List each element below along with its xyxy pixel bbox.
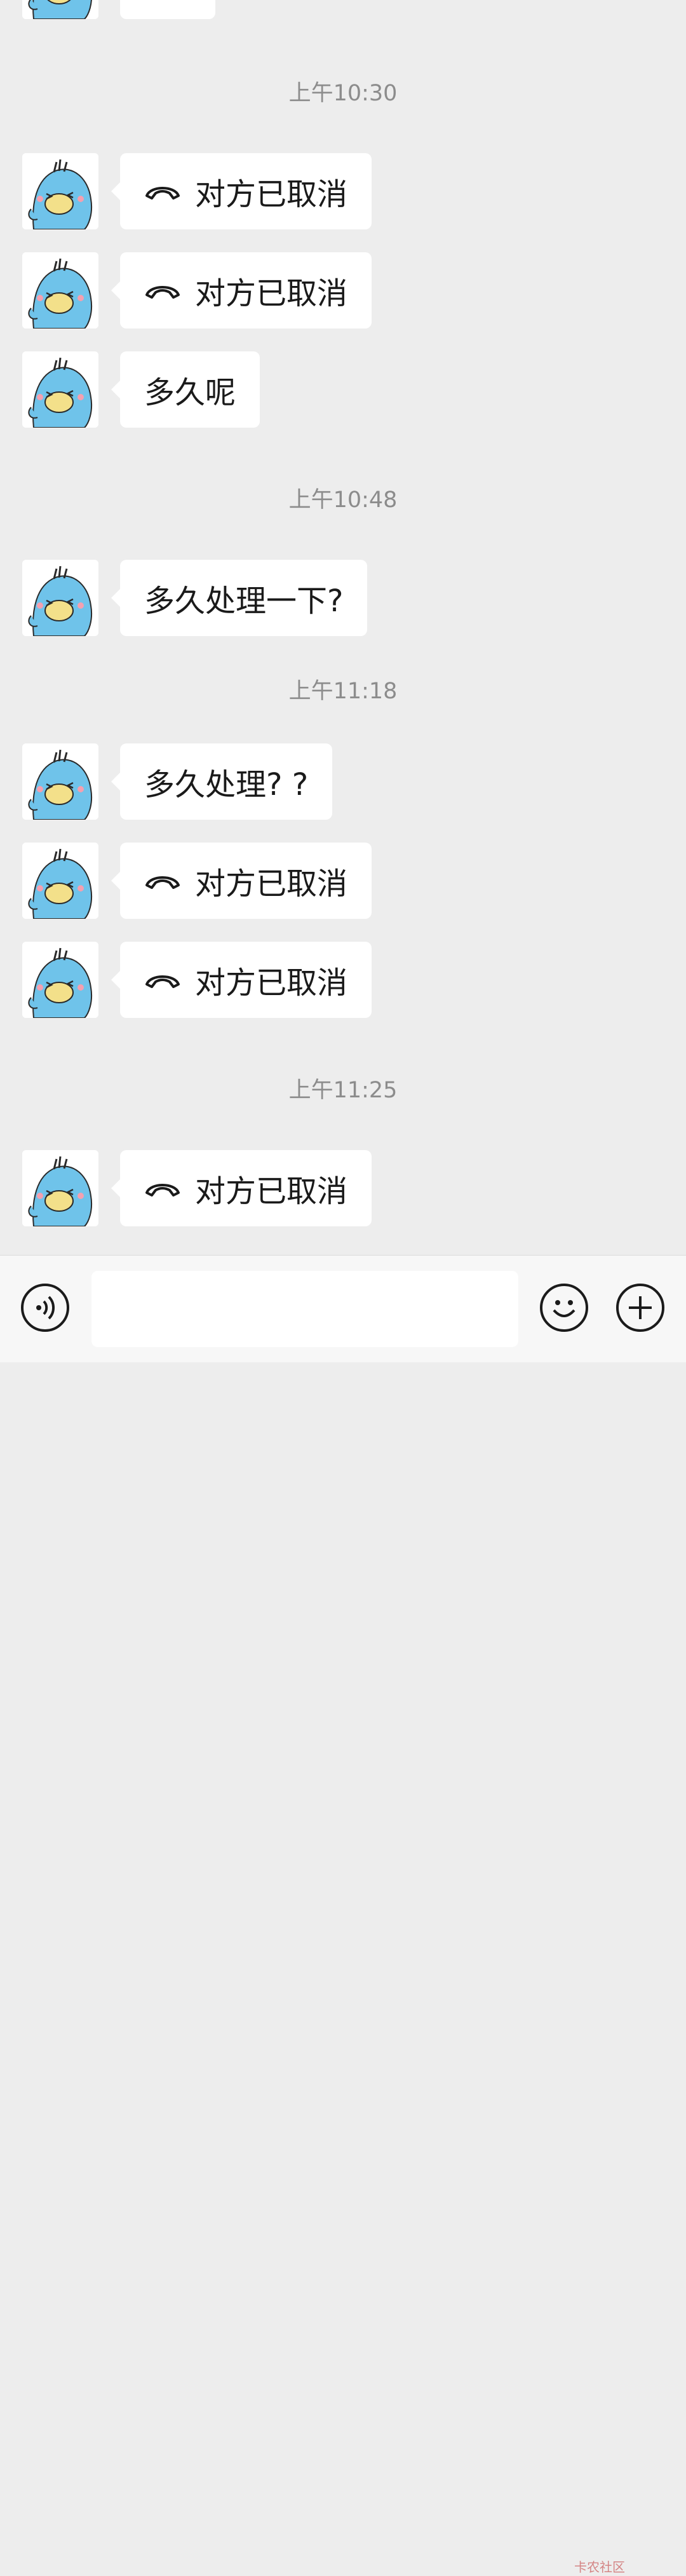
phone-hangup-icon — [144, 970, 181, 989]
phone-hangup-icon — [144, 281, 181, 300]
call-bubble[interactable]: 对方已取消 — [111, 843, 372, 919]
emoji-button[interactable] — [540, 1284, 588, 1332]
emoji-icon — [553, 1300, 575, 1317]
call-bubble[interactable]: 对方已取消 — [111, 942, 372, 1018]
watermark: 卡农社区 — [574, 2559, 625, 2575]
message-text: 多久处理一下? — [144, 583, 344, 619]
message-text: 多久呢 — [144, 375, 236, 410]
plus-icon — [629, 1296, 652, 1319]
timestamp: 上午11:18 — [288, 679, 398, 704]
timestamp: 上午10:48 — [288, 487, 398, 513]
input-bar: 卡农社区 — [0, 1255, 686, 2575]
message-text: 对方已取消 — [195, 965, 348, 1001]
phone-hangup-icon — [144, 182, 181, 201]
avatar[interactable] — [22, 560, 98, 636]
phone-hangup-icon — [144, 1179, 181, 1198]
phone-hangup-icon — [144, 871, 181, 890]
message-text: 对方已取消 — [195, 1174, 348, 1209]
avatar[interactable] — [22, 252, 98, 329]
message-text: 多久处理? ? — [144, 767, 309, 803]
message-bubble[interactable] — [120, 0, 215, 19]
chat-area[interactable]: 上午10:30 对方已取消 对方已取消 多久呢 上午10:48 多久处理一下? … — [0, 0, 686, 1255]
message-text: 对方已取消 — [195, 177, 348, 212]
timestamp: 上午10:30 — [288, 81, 398, 106]
avatar[interactable] — [22, 843, 98, 919]
call-bubble[interactable]: 对方已取消 — [111, 153, 372, 229]
add-button[interactable] — [616, 1284, 664, 1332]
avatar[interactable] — [22, 153, 98, 229]
voice-button[interactable] — [21, 1284, 69, 1332]
call-bubble[interactable]: 对方已取消 — [111, 252, 372, 329]
message-text: 对方已取消 — [195, 276, 348, 311]
message-text: 对方已取消 — [195, 866, 348, 902]
avatar[interactable] — [22, 942, 98, 1018]
message-bubble[interactable]: 多久呢 — [111, 351, 260, 428]
voice-icon — [36, 1296, 55, 1320]
avatar[interactable] — [22, 0, 98, 19]
message-input[interactable] — [91, 1271, 518, 1347]
avatar[interactable] — [22, 351, 98, 428]
message-bubble[interactable]: 多久处理? ? — [111, 743, 333, 820]
avatar[interactable] — [22, 743, 98, 820]
message-bubble[interactable]: 多久处理一下? — [111, 560, 368, 636]
call-bubble[interactable]: 对方已取消 — [111, 1150, 372, 1226]
avatar[interactable] — [22, 1150, 98, 1226]
timestamp: 上午11:25 — [288, 1078, 398, 1103]
